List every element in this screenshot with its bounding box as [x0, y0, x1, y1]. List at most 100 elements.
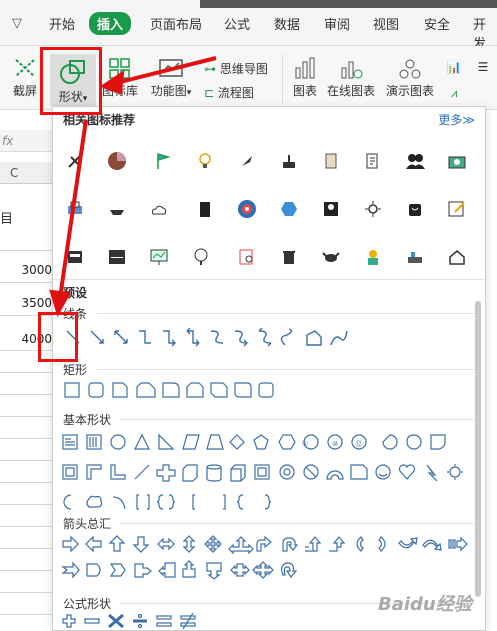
- left-right-arrow-callout-shape[interactable]: [230, 563, 250, 577]
- left-up-arrow-shape[interactable]: [305, 536, 322, 552]
- home-icon[interactable]: [447, 247, 467, 267]
- up-arrow-callout-shape[interactable]: [182, 560, 196, 578]
- building-icon[interactable]: [195, 199, 215, 219]
- screenshot-button[interactable]: 截屏: [8, 56, 42, 99]
- tree-icon[interactable]: [191, 247, 211, 267]
- heart-shape[interactable]: [398, 464, 416, 480]
- tab-view[interactable]: 视图: [373, 14, 399, 33]
- pie-chart-icon[interactable]: [107, 151, 127, 171]
- document-icon[interactable]: [321, 151, 341, 171]
- tab-insert[interactable]: 插入: [89, 12, 132, 35]
- food-icon[interactable]: [107, 199, 127, 219]
- diagonal-stripe-shape[interactable]: [134, 464, 150, 480]
- tab-data[interactable]: 数据: [274, 14, 300, 33]
- round-diagonal-rectangle-shape[interactable]: [234, 382, 252, 398]
- up-down-arrow-shape[interactable]: [182, 535, 196, 553]
- coffee-table-icon[interactable]: [405, 247, 425, 267]
- trapezoid-shape[interactable]: [206, 434, 224, 450]
- not-equal-shape[interactable]: [180, 615, 196, 620]
- fountain-icon[interactable]: [279, 151, 299, 171]
- cell-value[interactable]: 3500: [10, 296, 52, 310]
- demo-chart-button[interactable]: 演示图表: [384, 56, 436, 99]
- curved-left-arrow-shape[interactable]: [378, 536, 386, 552]
- cell-item-label[interactable]: 目: [0, 208, 13, 227]
- users-icon[interactable]: [405, 151, 425, 171]
- curved-down-arrow-shape[interactable]: [422, 539, 442, 551]
- double-arrow-line-shape[interactable]: [114, 330, 128, 344]
- elbow-arrow-connector-shape[interactable]: [163, 330, 176, 347]
- shopping-bag-icon[interactable]: [405, 199, 425, 219]
- edit-document-icon[interactable]: [363, 151, 383, 171]
- half-frame-shape[interactable]: [86, 464, 102, 480]
- shapes-button[interactable]: 形状▾: [50, 54, 96, 106]
- chevron-arrow-shape[interactable]: [109, 563, 126, 577]
- u-turn-arrow-shape[interactable]: [282, 537, 299, 552]
- cloud-sun-icon[interactable]: [149, 199, 169, 219]
- target-icon[interactable]: [237, 199, 257, 219]
- quick-access-dropdown[interactable]: ▽: [12, 16, 22, 31]
- chart-button[interactable]: 图表: [290, 56, 320, 99]
- left-arrow-callout-shape[interactable]: [158, 562, 176, 578]
- presentation-board-icon[interactable]: [149, 247, 169, 267]
- left-right-up-arrow-shape[interactable]: [228, 536, 254, 555]
- l-shape[interactable]: [110, 464, 126, 480]
- more-chart-button[interactable]: ☰: [472, 60, 494, 74]
- rounded-square-shape[interactable]: [258, 382, 274, 398]
- tab-page-layout[interactable]: 页面布局: [150, 14, 202, 33]
- bent-arrow-shape[interactable]: [256, 535, 272, 552]
- arc-shape[interactable]: [112, 496, 126, 510]
- elbow-connector-shape[interactable]: [139, 330, 151, 344]
- frame-shape[interactable]: [62, 464, 78, 480]
- sun-shape[interactable]: [449, 466, 461, 478]
- left-arrow-shape[interactable]: [85, 535, 102, 553]
- line-shape[interactable]: [66, 330, 80, 344]
- snip-corner-rectangle-shape[interactable]: [112, 382, 128, 398]
- right-arrow-callout-shape[interactable]: [134, 563, 152, 578]
- worker-icon[interactable]: [363, 247, 383, 267]
- tab-home[interactable]: 开始: [49, 14, 75, 33]
- icon-library-button[interactable]: 图标库: [100, 56, 140, 99]
- equal-shape[interactable]: [156, 615, 172, 620]
- plus-shape[interactable]: [62, 614, 76, 628]
- left-brace-shape[interactable]: [236, 494, 244, 510]
- trash-bin-icon[interactable]: [279, 247, 299, 267]
- column-chart-dropdown[interactable]: 📊: [442, 60, 466, 74]
- notched-right-arrow-shape[interactable]: [61, 561, 80, 579]
- vertical-text-box-shape[interactable]: [86, 434, 102, 450]
- parallelogram-shape[interactable]: [182, 434, 200, 450]
- line-chart-dropdown[interactable]: ⩘: [442, 86, 466, 101]
- cross-shape[interactable]: [156, 464, 176, 482]
- right-arrow-shape[interactable]: [62, 535, 79, 553]
- lightbulb-icon[interactable]: [195, 151, 215, 171]
- hexagon-tag-icon[interactable]: [279, 199, 299, 219]
- tab-review[interactable]: 审阅: [324, 14, 350, 33]
- rocket-icon[interactable]: [237, 151, 257, 171]
- lightning-bolt-shape[interactable]: [426, 464, 438, 482]
- settings-sun-icon[interactable]: [363, 199, 383, 219]
- arrow-line-shape[interactable]: [90, 330, 104, 344]
- triangle-shape[interactable]: [134, 433, 150, 450]
- sale-sign-icon[interactable]: [107, 247, 127, 267]
- striped-right-arrow-shape[interactable]: [448, 536, 468, 552]
- double-brace-shape[interactable]: [156, 494, 176, 510]
- bent-up-arrow-shape[interactable]: [329, 536, 346, 552]
- panel-scrollbar[interactable]: [475, 301, 481, 597]
- right-bracket-shape[interactable]: [223, 494, 226, 510]
- online-chart-button[interactable]: 在线图表: [326, 56, 376, 99]
- freeform-shape[interactable]: [306, 330, 322, 346]
- oval-shape[interactable]: [110, 434, 126, 450]
- block-arc-shape[interactable]: [326, 470, 344, 480]
- printer-icon[interactable]: [65, 199, 85, 219]
- more-link[interactable]: 更多≫: [438, 111, 475, 128]
- snip-same-side-rectangle-shape[interactable]: [186, 382, 204, 398]
- flag-icon[interactable]: [153, 151, 173, 171]
- tab-security[interactable]: 安全: [424, 14, 450, 33]
- teardrop-shape[interactable]: [430, 434, 446, 450]
- donut-shape[interactable]: [279, 464, 295, 480]
- left-bracket-shape[interactable]: [192, 494, 195, 510]
- curved-arrow-connector-shape[interactable]: [234, 330, 248, 347]
- quad-arrow-callout-shape[interactable]: [252, 561, 274, 579]
- down-arrow-shape[interactable]: [132, 536, 150, 553]
- curved-right-arrow-shape[interactable]: [356, 536, 364, 552]
- chord-shape[interactable]: [406, 434, 422, 450]
